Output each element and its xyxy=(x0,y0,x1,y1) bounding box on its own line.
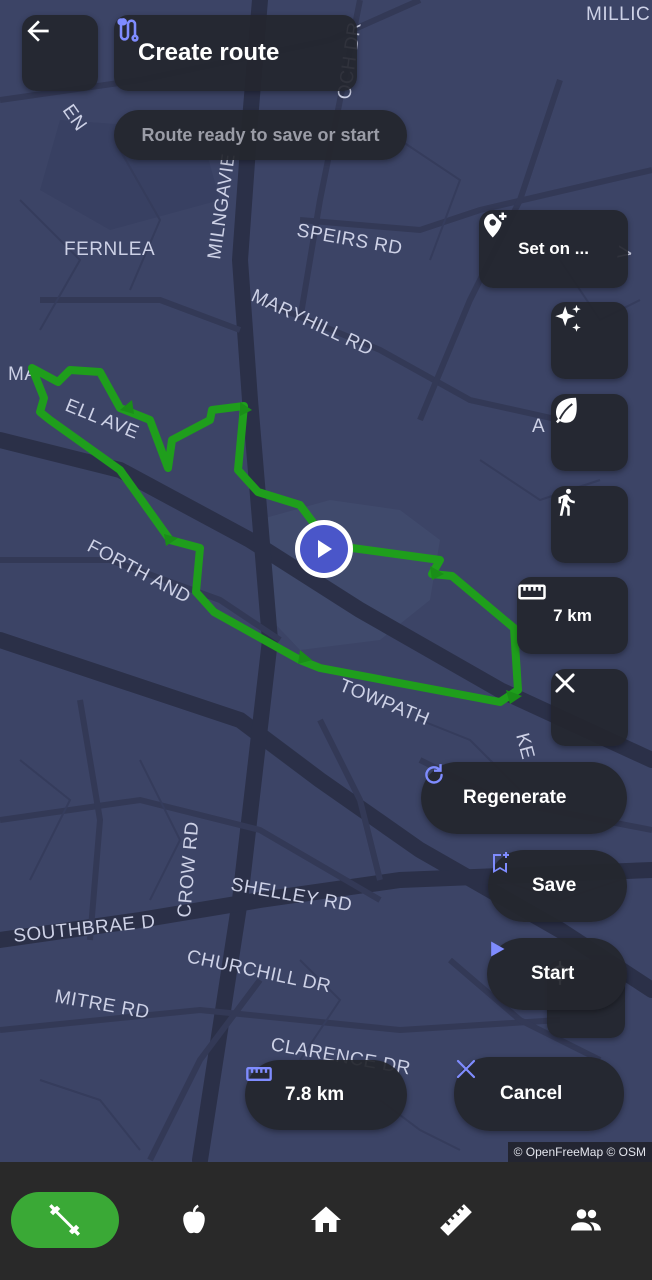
play-icon xyxy=(491,941,505,957)
set-on-map-button[interactable]: Set on ... xyxy=(479,210,628,288)
set-on-label: Set on ... xyxy=(518,239,589,258)
apple-icon xyxy=(183,1204,205,1234)
nav-item-measure[interactable] xyxy=(402,1192,510,1248)
back-button[interactable] xyxy=(22,15,98,91)
nav-item-community[interactable] xyxy=(532,1192,640,1248)
start-button[interactable]: Start xyxy=(487,938,627,1010)
map-label-maryhill: MARYHILL RD xyxy=(248,285,377,360)
cancel-label: Cancel xyxy=(500,1083,563,1104)
save-label: Save xyxy=(532,875,577,896)
sparkles-icon xyxy=(555,304,581,332)
clear-route-button[interactable] xyxy=(551,669,628,746)
magic-generate-button[interactable] xyxy=(551,302,628,379)
running-icon xyxy=(558,488,575,516)
route-distance-badge: 7.8 km xyxy=(245,1060,407,1130)
map-view[interactable]: FERNLEA SPEIRS RD MARYHILL RD MILNGAVIE … xyxy=(0,0,652,1162)
route-distance-label: 7.8 km xyxy=(285,1084,345,1105)
leaf-icon xyxy=(556,397,577,424)
activity-walk-button[interactable] xyxy=(551,486,628,563)
cancel-button[interactable]: Cancel xyxy=(454,1057,624,1131)
map-label-milli: MILLIC xyxy=(586,4,650,25)
add-location-icon xyxy=(484,212,507,238)
arrow-left-icon xyxy=(27,20,49,42)
regenerate-button[interactable]: Regenerate xyxy=(421,762,627,834)
create-route-title-bar: Create route xyxy=(114,15,357,91)
close-icon xyxy=(555,673,575,693)
map-label-ke: KE xyxy=(511,731,538,762)
dumbbell-icon xyxy=(49,1204,81,1236)
start-marker[interactable] xyxy=(295,520,353,578)
map-label-fernlea: FERNLEA xyxy=(64,239,155,260)
nav-item-home[interactable] xyxy=(272,1192,380,1248)
nav-item-nutrition[interactable] xyxy=(140,1192,248,1248)
ruler-icon xyxy=(440,1204,472,1236)
target-distance-button[interactable]: 7 km xyxy=(517,577,628,654)
target-distance-label: 7 km xyxy=(553,605,592,625)
save-button[interactable]: Save xyxy=(488,850,627,922)
bookmark-add-icon xyxy=(493,852,509,873)
map-label-a: A xyxy=(532,416,545,437)
map-label-southbrae: SOUTHBRAE D xyxy=(12,911,156,947)
nature-route-button[interactable] xyxy=(551,394,628,471)
bottom-navigation xyxy=(0,1162,652,1280)
ruler-icon xyxy=(246,1067,272,1081)
home-icon xyxy=(311,1206,341,1232)
people-icon xyxy=(571,1209,601,1231)
route-icon xyxy=(117,18,139,42)
nav-item-workout[interactable] xyxy=(11,1192,119,1248)
ruler-icon xyxy=(518,584,546,600)
start-label: Start xyxy=(531,963,575,984)
map-attribution[interactable]: © OpenFreeMap © OSM xyxy=(507,1142,652,1162)
page-title: Create route xyxy=(138,39,280,66)
refresh-icon xyxy=(425,764,443,784)
map-label-churchill: CHURCHILL DR xyxy=(185,946,333,997)
map-label-forth: FORTH AND xyxy=(84,536,194,608)
regenerate-label: Regenerate xyxy=(463,787,567,808)
close-icon xyxy=(456,1059,476,1079)
status-message: Route ready to save or start xyxy=(114,110,407,160)
